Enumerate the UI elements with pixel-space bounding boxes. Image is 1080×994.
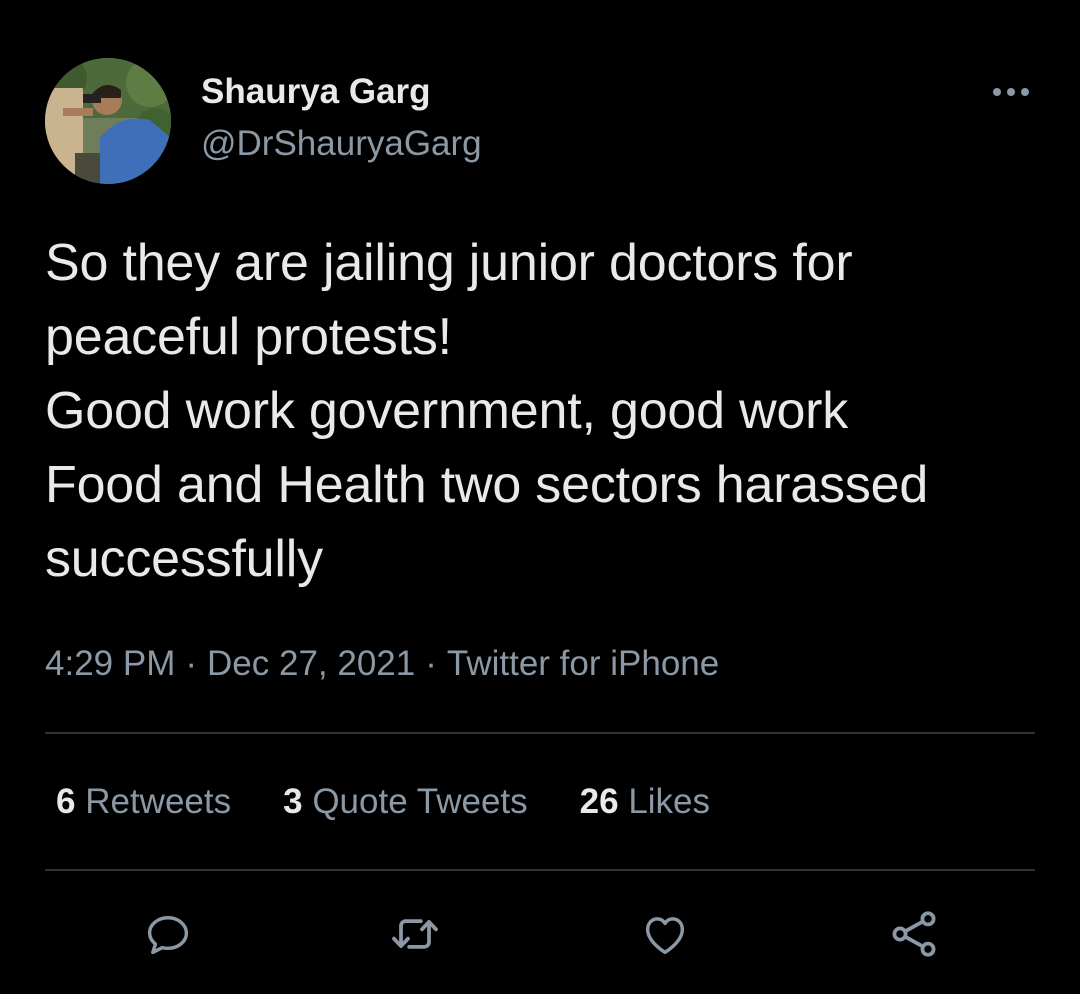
likes-stat[interactable]: 26 Likes — [580, 780, 710, 824]
divider — [45, 732, 1035, 734]
tweet-actions-bar — [0, 900, 1080, 970]
like-button[interactable] — [635, 904, 695, 964]
tweet-header: Shaurya Garg @DrShauryaGarg — [45, 58, 1040, 188]
quote-tweets-stat[interactable]: 3 Quote Tweets — [283, 780, 528, 824]
retweets-label: Retweets — [85, 782, 232, 821]
more-options-icon[interactable] — [990, 82, 1032, 102]
tweet-time[interactable]: 4:29 PM — [45, 644, 175, 683]
avatar-photo-icon — [45, 58, 171, 184]
tweet-source[interactable]: Twitter for iPhone — [447, 644, 719, 683]
retweets-count: 6 — [56, 782, 76, 821]
reply-icon — [147, 916, 189, 955]
display-name[interactable]: Shaurya Garg — [201, 70, 482, 114]
likes-label: Likes — [628, 782, 711, 821]
tweet-metadata: 4:29 PM · Dec 27, 2021 · Twitter for iPhone — [45, 642, 719, 686]
share-button[interactable] — [884, 904, 944, 964]
retweet-button[interactable] — [385, 904, 445, 964]
share-icon — [892, 911, 936, 957]
tweet-date[interactable]: Dec 27, 2021 — [207, 644, 415, 683]
user-handle[interactable]: @DrShauryaGarg — [201, 122, 482, 166]
tweet-text: So they are jailing junior doctors for p… — [45, 234, 929, 588]
tweet-stats: 6 Retweets 3 Quote Tweets 26 Likes — [56, 780, 710, 824]
likes-count: 26 — [579, 782, 619, 821]
separator: · — [425, 644, 437, 683]
retweet-icon — [392, 919, 438, 949]
retweets-stat[interactable]: 6 Retweets — [56, 780, 231, 824]
divider — [45, 869, 1035, 871]
quote-tweets-count: 3 — [283, 782, 303, 821]
quote-tweets-label: Quote Tweets — [312, 782, 528, 821]
separator: · — [185, 644, 198, 683]
like-icon — [645, 917, 685, 955]
avatar[interactable] — [45, 58, 171, 184]
reply-button[interactable] — [138, 904, 198, 964]
